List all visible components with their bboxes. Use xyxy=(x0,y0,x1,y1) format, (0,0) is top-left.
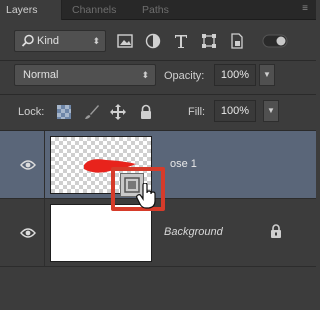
adjustment-layer-filter-icon[interactable] xyxy=(144,32,162,50)
type-layer-filter-icon[interactable] xyxy=(172,32,190,50)
search-icon xyxy=(21,34,34,47)
layer-name[interactable]: Background xyxy=(164,226,223,238)
lock-transparent-pixels-icon[interactable] xyxy=(56,104,72,120)
visibility-eye-icon[interactable] xyxy=(20,159,36,171)
lock-icon[interactable] xyxy=(270,223,282,239)
layer-filter-row: Kind ⬍ xyxy=(0,20,316,60)
fill-input[interactable]: 100% xyxy=(214,100,256,122)
hand-cursor-icon xyxy=(136,183,156,209)
tab-channels[interactable]: Channels xyxy=(72,0,116,20)
lock-label: Lock: xyxy=(18,106,45,118)
blend-mode-select[interactable]: Normal ⬍ xyxy=(14,64,156,86)
lock-all-icon[interactable] xyxy=(138,104,154,120)
layer-name[interactable]: ose 1 xyxy=(170,158,197,170)
visibility-eye-icon[interactable] xyxy=(20,227,36,239)
layers-list: ose 1 Background xyxy=(0,131,316,310)
lock-row: Lock: Fill: 100% ▼ xyxy=(0,96,316,128)
pixel-layer-filter-icon[interactable] xyxy=(116,32,134,50)
lock-image-pixels-icon[interactable] xyxy=(84,104,100,120)
filter-kind-label: Kind xyxy=(37,35,60,47)
divider xyxy=(0,94,316,95)
fill-label: Fill: xyxy=(188,106,206,118)
select-arrows-icon: ⬍ xyxy=(141,70,149,80)
shape-layer-filter-icon[interactable] xyxy=(200,32,218,50)
tab-paths[interactable]: Paths xyxy=(142,0,169,20)
opacity-input[interactable]: 100% xyxy=(214,64,256,86)
opacity-label: Opacity: xyxy=(164,70,205,82)
blend-mode-value: Normal xyxy=(23,69,59,81)
lock-position-icon[interactable] xyxy=(110,104,126,120)
filter-toggle-icon[interactable] xyxy=(262,34,288,48)
opacity-dropdown-button[interactable]: ▼ xyxy=(259,64,275,86)
fill-dropdown-button[interactable]: ▼ xyxy=(263,100,279,122)
layer-thumbnail[interactable] xyxy=(50,204,152,262)
select-arrows-icon: ⬍ xyxy=(92,36,100,46)
panel-menu-icon[interactable]: ≡ xyxy=(298,3,312,15)
smart-object-filter-icon[interactable] xyxy=(228,32,246,50)
tab-layers[interactable]: Layers xyxy=(0,0,62,20)
divider xyxy=(44,131,45,198)
blend-row: Normal ⬍ Opacity: 100% ▼ xyxy=(0,60,316,90)
panel-tab-bar: Layers Channels Paths ≡ xyxy=(0,0,316,20)
filter-kind-select[interactable]: Kind ⬍ xyxy=(14,30,106,52)
divider xyxy=(44,199,45,266)
